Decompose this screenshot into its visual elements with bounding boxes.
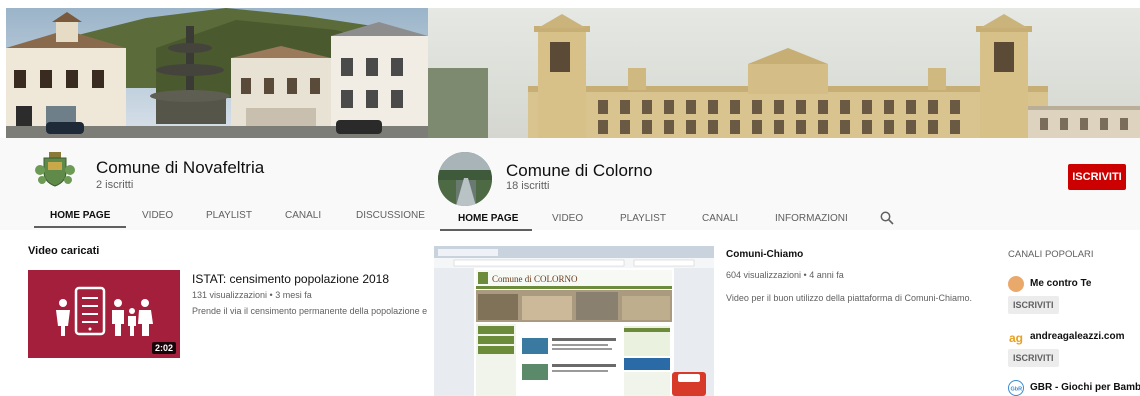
popular-channel-name[interactable]: andreagaleazzi.com	[1030, 331, 1124, 342]
channel-avatar[interactable]	[438, 152, 492, 206]
subscriber-count: 2 iscritti	[96, 179, 134, 191]
popular-channels-heading: CANALI POPOLARI	[1008, 249, 1094, 260]
tab-video[interactable]: VIDEO	[552, 213, 583, 224]
tab-playlist[interactable]: PLAYLIST	[620, 213, 666, 224]
gbr-logo-icon: GbR	[1011, 387, 1023, 393]
svg-text:ag: ag	[1009, 331, 1023, 345]
ag-logo-icon: ag	[1009, 331, 1023, 345]
subscribe-button[interactable]: ISCRIVITI	[1068, 164, 1126, 190]
channel-avatar-me-contro-te[interactable]	[1008, 276, 1024, 292]
tab-discussione[interactable]: DISCUSSIONE	[356, 210, 425, 221]
channel-header: Comune di Novafeltria 2 iscritti HOME PA…	[0, 138, 428, 230]
popular-channel-name[interactable]: Me contro Te	[1030, 278, 1091, 289]
subscriber-count: 18 iscritti	[506, 180, 550, 192]
tab-home-page[interactable]: HOME PAGE	[458, 213, 518, 224]
featured-video-description: Video per il buon utilizzo della piattaf…	[726, 293, 972, 303]
video-thumbnail[interactable]: 2:02	[28, 270, 180, 358]
channel-banner	[428, 8, 1140, 138]
channel-avatar-gbr[interactable]: GbR	[1008, 380, 1024, 396]
video-title[interactable]: ISTAT: censimento popolazione 2018	[192, 272, 389, 286]
tab-canali[interactable]: CANALI	[285, 210, 321, 221]
tab-video[interactable]: VIDEO	[142, 210, 173, 221]
tab-informazioni[interactable]: INFORMAZIONI	[775, 213, 848, 224]
channel-banner	[6, 8, 428, 138]
search-icon[interactable]	[880, 211, 894, 225]
featured-video-meta: 604 visualizzazioni • 4 anni fa	[726, 270, 844, 280]
section-title-uploads: Video caricati	[28, 245, 100, 257]
popular-subscribe-button[interactable]: ISCRIVITI	[1008, 349, 1059, 367]
popular-channel-name[interactable]: GBR - Giochi per Bamb…	[1030, 382, 1140, 393]
colorno-channel-panel: Comune di Colorno 18 iscritti ISCRIVITI …	[428, 0, 1140, 396]
tab-canali[interactable]: CANALI	[702, 213, 738, 224]
channel-avatar[interactable]	[34, 148, 76, 190]
video-meta: 131 visualizzazioni • 3 mesi fa	[192, 290, 312, 300]
svg-text:GbR: GbR	[1011, 387, 1023, 393]
popular-subscribe-button[interactable]: ISCRIVITI	[1008, 296, 1059, 314]
coat-of-arms-icon	[35, 152, 75, 187]
channel-header: Comune di Colorno 18 iscritti ISCRIVITI …	[428, 138, 1140, 231]
channel-avatar-andreagaleazzi[interactable]: ag	[1008, 329, 1024, 345]
active-tab-indicator	[34, 226, 126, 228]
video-description: Prende il via il censimento permanente d…	[192, 306, 428, 316]
novafeltria-channel-panel: Comune di Novafeltria 2 iscritti HOME PA…	[0, 0, 428, 396]
website-screenshot-image: Comune di COLORNO	[434, 246, 714, 396]
banner-image-palace	[428, 8, 1140, 138]
tab-playlist[interactable]: PLAYLIST	[206, 210, 252, 221]
canal-landscape-icon	[438, 152, 492, 206]
channel-name: Comune di Novafeltria	[96, 158, 265, 177]
thumbnail-site-title: Comune di COLORNO	[492, 274, 578, 284]
channel-name: Comune di Colorno	[506, 161, 653, 180]
video-duration: 2:02	[151, 342, 176, 354]
video-thumbnail[interactable]: Comune di COLORNO	[434, 246, 714, 396]
tab-home-page[interactable]: HOME PAGE	[50, 210, 110, 221]
featured-video-title[interactable]: Comuni-Chiamo	[726, 249, 803, 260]
banner-image-fountain-square	[6, 8, 428, 138]
active-tab-indicator	[440, 229, 532, 231]
